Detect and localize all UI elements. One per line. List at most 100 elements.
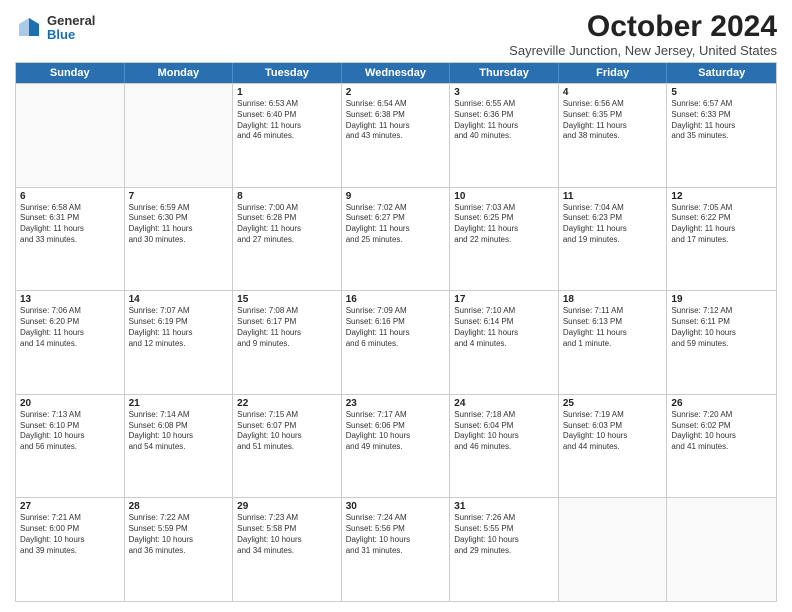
day-number: 24 (454, 398, 554, 409)
cell-info-line: Daylight: 10 hours (20, 431, 120, 442)
day-cell-2: 2Sunrise: 6:54 AMSunset: 6:38 PMDaylight… (342, 84, 451, 187)
day-cell-11: 11Sunrise: 7:04 AMSunset: 6:23 PMDayligh… (559, 188, 668, 291)
cell-info-line: Sunrise: 7:22 AM (129, 513, 229, 524)
cell-info-line: and 17 minutes. (671, 235, 772, 246)
cell-info-line: Sunset: 6:36 PM (454, 110, 554, 121)
cell-info-line: Sunset: 6:23 PM (563, 213, 663, 224)
cell-info-line: Sunset: 6:28 PM (237, 213, 337, 224)
cell-info-line: Sunset: 6:04 PM (454, 421, 554, 432)
day-cell-1: 1Sunrise: 6:53 AMSunset: 6:40 PMDaylight… (233, 84, 342, 187)
cell-info-line: Sunset: 6:14 PM (454, 317, 554, 328)
cell-info-line: Daylight: 10 hours (454, 431, 554, 442)
cell-info-line: Daylight: 10 hours (129, 535, 229, 546)
cell-info-line: Daylight: 10 hours (454, 535, 554, 546)
cell-info-line: Sunset: 6:33 PM (671, 110, 772, 121)
day-cell-empty-0-1 (125, 84, 234, 187)
cell-info-line: Sunrise: 7:07 AM (129, 306, 229, 317)
calendar-header: SundayMondayTuesdayWednesdayThursdayFrid… (16, 63, 776, 83)
cell-info-line: Sunrise: 7:02 AM (346, 203, 446, 214)
cell-info-line: Sunrise: 6:54 AM (346, 99, 446, 110)
cell-info-line: Daylight: 11 hours (129, 224, 229, 235)
day-number: 5 (671, 87, 772, 98)
cell-info-line: Sunrise: 7:06 AM (20, 306, 120, 317)
title-block: October 2024 Sayreville Junction, New Je… (509, 10, 777, 58)
cell-info-line: Sunrise: 7:00 AM (237, 203, 337, 214)
cell-info-line: Sunset: 6:25 PM (454, 213, 554, 224)
day-cell-29: 29Sunrise: 7:23 AMSunset: 5:58 PMDayligh… (233, 498, 342, 601)
cell-info-line: Sunrise: 7:12 AM (671, 306, 772, 317)
cell-info-line: Sunset: 6:19 PM (129, 317, 229, 328)
day-number: 3 (454, 87, 554, 98)
cell-info-line: Sunset: 5:55 PM (454, 524, 554, 535)
cell-info-line: and 22 minutes. (454, 235, 554, 246)
day-number: 26 (671, 398, 772, 409)
cell-info-line: and 38 minutes. (563, 131, 663, 142)
week-row-2: 6Sunrise: 6:58 AMSunset: 6:31 PMDaylight… (16, 187, 776, 291)
cell-info-line: Sunrise: 6:57 AM (671, 99, 772, 110)
cell-info-line: Sunrise: 6:53 AM (237, 99, 337, 110)
cell-info-line: Daylight: 11 hours (563, 121, 663, 132)
cell-info-line: Sunrise: 7:23 AM (237, 513, 337, 524)
header-day-thursday: Thursday (450, 63, 559, 83)
cell-info-line: Sunrise: 7:24 AM (346, 513, 446, 524)
cell-info-line: Daylight: 11 hours (346, 328, 446, 339)
header-day-friday: Friday (559, 63, 668, 83)
page: General Blue October 2024 Sayreville Jun… (0, 0, 792, 612)
logo-icon (15, 14, 43, 42)
day-cell-22: 22Sunrise: 7:15 AMSunset: 6:07 PMDayligh… (233, 395, 342, 498)
cell-info-line: and 46 minutes. (237, 131, 337, 142)
day-number: 25 (563, 398, 663, 409)
day-number: 31 (454, 501, 554, 512)
cell-info-line: Sunset: 6:00 PM (20, 524, 120, 535)
cell-info-line: and 54 minutes. (129, 442, 229, 453)
cell-info-line: Sunrise: 7:04 AM (563, 203, 663, 214)
cell-info-line: and 36 minutes. (129, 546, 229, 557)
cell-info-line: Sunset: 6:31 PM (20, 213, 120, 224)
day-cell-14: 14Sunrise: 7:07 AMSunset: 6:19 PMDayligh… (125, 291, 234, 394)
day-cell-8: 8Sunrise: 7:00 AMSunset: 6:28 PMDaylight… (233, 188, 342, 291)
cell-info-line: Sunset: 6:30 PM (129, 213, 229, 224)
cell-info-line: Daylight: 11 hours (237, 121, 337, 132)
cell-info-line: Sunrise: 7:21 AM (20, 513, 120, 524)
day-cell-empty-4-5 (559, 498, 668, 601)
cell-info-line: Daylight: 11 hours (454, 328, 554, 339)
cell-info-line: Sunset: 5:58 PM (237, 524, 337, 535)
day-number: 18 (563, 294, 663, 305)
cell-info-line: and 34 minutes. (237, 546, 337, 557)
day-cell-26: 26Sunrise: 7:20 AMSunset: 6:02 PMDayligh… (667, 395, 776, 498)
day-number: 27 (20, 501, 120, 512)
day-cell-5: 5Sunrise: 6:57 AMSunset: 6:33 PMDaylight… (667, 84, 776, 187)
cell-info-line: Daylight: 10 hours (346, 535, 446, 546)
cell-info-line: Daylight: 11 hours (20, 224, 120, 235)
cell-info-line: Sunset: 6:08 PM (129, 421, 229, 432)
cell-info-line: Sunrise: 6:58 AM (20, 203, 120, 214)
cell-info-line: and 39 minutes. (20, 546, 120, 557)
cell-info-line: Daylight: 11 hours (563, 328, 663, 339)
cell-info-line: Sunset: 5:59 PM (129, 524, 229, 535)
cell-info-line: Daylight: 11 hours (454, 224, 554, 235)
cell-info-line: and 6 minutes. (346, 339, 446, 350)
cell-info-line: Sunrise: 7:11 AM (563, 306, 663, 317)
day-cell-28: 28Sunrise: 7:22 AMSunset: 5:59 PMDayligh… (125, 498, 234, 601)
day-cell-15: 15Sunrise: 7:08 AMSunset: 6:17 PMDayligh… (233, 291, 342, 394)
cell-info-line: Sunrise: 7:26 AM (454, 513, 554, 524)
day-cell-25: 25Sunrise: 7:19 AMSunset: 6:03 PMDayligh… (559, 395, 668, 498)
day-number: 23 (346, 398, 446, 409)
cell-info-line: Daylight: 11 hours (129, 328, 229, 339)
cell-info-line: and 1 minute. (563, 339, 663, 350)
calendar-body: 1Sunrise: 6:53 AMSunset: 6:40 PMDaylight… (16, 83, 776, 601)
week-row-1: 1Sunrise: 6:53 AMSunset: 6:40 PMDaylight… (16, 83, 776, 187)
cell-info-line: Sunset: 6:16 PM (346, 317, 446, 328)
cell-info-line: Sunrise: 7:03 AM (454, 203, 554, 214)
day-number: 8 (237, 191, 337, 202)
day-cell-3: 3Sunrise: 6:55 AMSunset: 6:36 PMDaylight… (450, 84, 559, 187)
cell-info-line: and 51 minutes. (237, 442, 337, 453)
cell-info-line: Sunrise: 7:20 AM (671, 410, 772, 421)
cell-info-line: Sunset: 6:03 PM (563, 421, 663, 432)
cell-info-line: Sunset: 6:10 PM (20, 421, 120, 432)
cell-info-line: Sunrise: 7:17 AM (346, 410, 446, 421)
header-day-tuesday: Tuesday (233, 63, 342, 83)
day-cell-12: 12Sunrise: 7:05 AMSunset: 6:22 PMDayligh… (667, 188, 776, 291)
cell-info-line: Daylight: 11 hours (671, 121, 772, 132)
cell-info-line: Sunrise: 6:56 AM (563, 99, 663, 110)
